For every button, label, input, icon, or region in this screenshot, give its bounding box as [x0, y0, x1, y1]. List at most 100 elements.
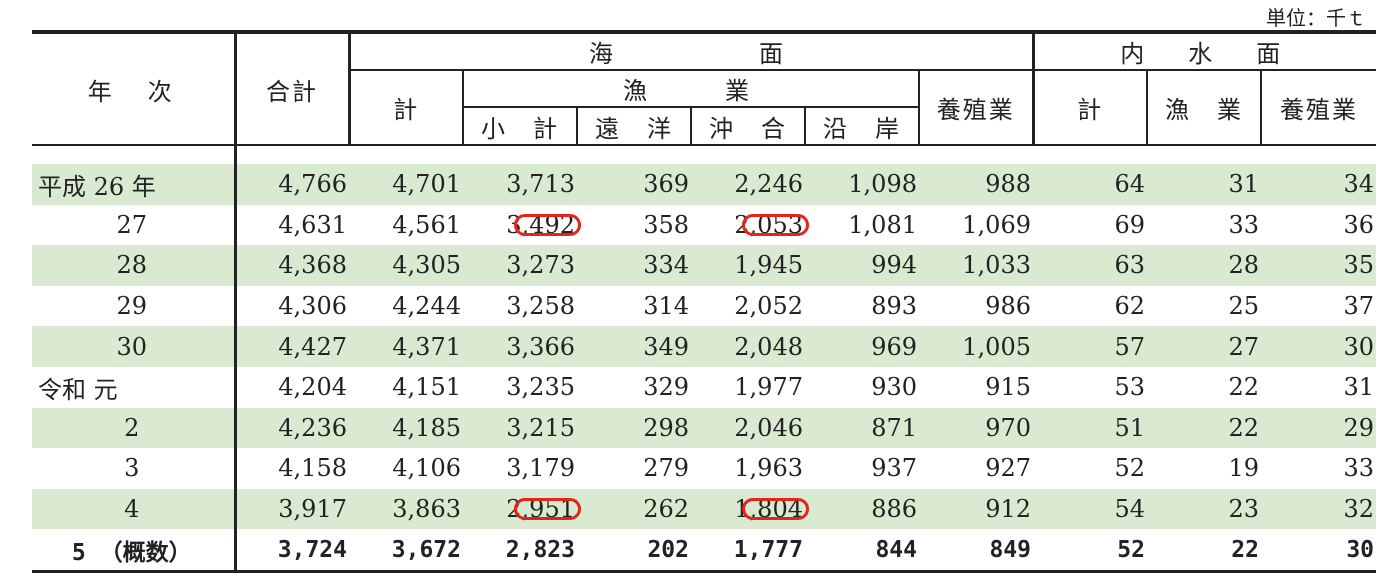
value-cell: 279 [577, 448, 691, 489]
value-text: 262 [643, 495, 689, 524]
value-cell: 262 [577, 488, 691, 530]
value-text: 3,724 [277, 536, 347, 563]
value-text: 3,366 [506, 332, 575, 361]
value-text: 3,273 [506, 251, 575, 280]
value-text: 369 [643, 170, 689, 199]
value-text: 4,158 [278, 454, 347, 483]
header-distant: 遠 洋 [576, 107, 691, 146]
value-text: 3,235 [506, 373, 575, 402]
value-cell: 4,701 [349, 164, 463, 205]
year-cell: 2 [32, 407, 235, 449]
value-text: 30 [1343, 332, 1375, 361]
highlighted-value: 2,053 [734, 210, 803, 239]
value-cell: 4,204 [233, 366, 349, 408]
header-aquaculture: 養殖業 [918, 70, 1033, 146]
value-text: 915 [985, 373, 1031, 402]
value-cell: 970 [919, 407, 1033, 449]
value-cell: 37 [1261, 286, 1376, 327]
value-cell: 30 [1261, 326, 1377, 367]
production-table: 年 次 合計 海 面 内 水 面 計 漁 業 養殖業 計 漁 業 養殖業 小 計… [32, 30, 1377, 573]
value-text: 1,777 [733, 536, 803, 563]
value-cell: 4,106 [349, 448, 463, 489]
table-row: 30 4,427 4,371 3,366 349 2,048 969 1,005 57 27 30 [32, 326, 1377, 367]
table-row: 令和 元 4,204 4,151 3,235 329 1,977 930 915 53 22 31 [32, 366, 1376, 408]
value-cell: 52 [1033, 529, 1147, 571]
value-text: 4,631 [278, 210, 347, 239]
value-cell: 1,081 [805, 205, 919, 246]
value-text: 930 [871, 373, 917, 402]
value-text: 1,098 [848, 170, 917, 199]
value-text: 2,823 [505, 536, 575, 563]
value-text: 886 [871, 495, 917, 524]
value-text: 4,561 [392, 210, 461, 239]
value-cell: 4,158 [233, 448, 349, 489]
value-text: 34 [1343, 170, 1375, 199]
header-coastal: 沿 岸 [804, 107, 919, 146]
value-cell: 19 [1147, 448, 1261, 489]
value-text: 63 [1114, 251, 1145, 280]
value-cell: 30 [1261, 529, 1376, 571]
value-text: 57 [1114, 332, 1145, 361]
value-cell: 3,724 [233, 529, 349, 572]
value-cell: 52 [1033, 448, 1147, 489]
value-text: 314 [643, 292, 689, 321]
table-row: 2 4,236 4,185 3,215 298 2,046 871 970 51 22 29 [32, 407, 1377, 449]
value-text: 1,005 [962, 332, 1031, 361]
value-text: 298 [643, 413, 689, 442]
value-text: 3,258 [506, 292, 575, 321]
value-cell: 3,366 [463, 326, 577, 367]
value-text: 4,701 [392, 170, 461, 199]
value-cell: 27 [1147, 326, 1261, 367]
header-subtotal: 小 計 [462, 107, 577, 146]
value-text: 3,863 [392, 495, 461, 524]
value-cell: 34 [1261, 164, 1377, 205]
value-text: 2,048 [734, 332, 803, 361]
value-cell: 57 [1033, 326, 1147, 367]
value-cell: 1,804 [691, 488, 805, 530]
value-cell: 4,631 [233, 204, 349, 246]
value-text: 4,244 [392, 292, 461, 321]
value-cell: 22 [1147, 407, 1261, 449]
value-text: 22 [1228, 413, 1259, 442]
value-text: 3,179 [506, 454, 575, 483]
value-cell: 314 [577, 286, 691, 327]
value-cell: 4,244 [349, 286, 463, 327]
value-cell: 937 [805, 448, 919, 489]
value-cell: 3,713 [463, 164, 577, 205]
value-cell: 3,235 [463, 367, 577, 408]
value-text: 62 [1114, 292, 1145, 321]
table-row: 27 4,631 4,561 3,492 358 2,053 1,081 1,069 69 33 3… [32, 204, 1376, 246]
table-row: 5 （概数） 3,724 3,672 2,823 202 1,777 844 849 52 22 3… [32, 529, 1376, 572]
value-text: 4,185 [392, 413, 461, 442]
value-cell: 4,561 [349, 205, 463, 246]
value-text: 2,246 [734, 170, 803, 199]
value-cell: 2,951 [463, 488, 577, 530]
header-inland-fishery: 漁 業 [1146, 70, 1261, 146]
value-text: 54 [1114, 495, 1145, 524]
value-text: 27 [1228, 332, 1259, 361]
header-sea-total: 計 [347, 70, 463, 146]
value-cell: 4,371 [349, 326, 463, 367]
value-cell: 1,777 [691, 529, 805, 571]
value-text: 4,151 [392, 373, 461, 402]
value-text: 937 [871, 454, 917, 483]
value-text: 51 [1114, 413, 1145, 442]
value-text: 986 [985, 292, 1031, 321]
value-text: 912 [985, 495, 1031, 524]
value-cell: 3,917 [233, 488, 349, 530]
unit-label: 単位：千ｔ [1266, 6, 1366, 30]
value-text: 25 [1228, 292, 1259, 321]
header-fishery: 漁 業 [462, 70, 919, 108]
value-cell: 51 [1033, 407, 1147, 449]
value-text: 19 [1228, 454, 1259, 483]
value-text: 994 [871, 251, 917, 280]
value-cell: 53 [1033, 367, 1147, 408]
year-cell: 令和 元 [38, 375, 118, 404]
year-cell: 平成 26 年 [32, 164, 235, 205]
value-cell: 28 [1147, 245, 1261, 286]
value-text: 279 [643, 454, 689, 483]
year-cell: 4 [32, 488, 235, 530]
value-cell: 912 [919, 488, 1033, 530]
value-text: 4,106 [392, 454, 461, 483]
value-text: 844 [875, 536, 917, 563]
